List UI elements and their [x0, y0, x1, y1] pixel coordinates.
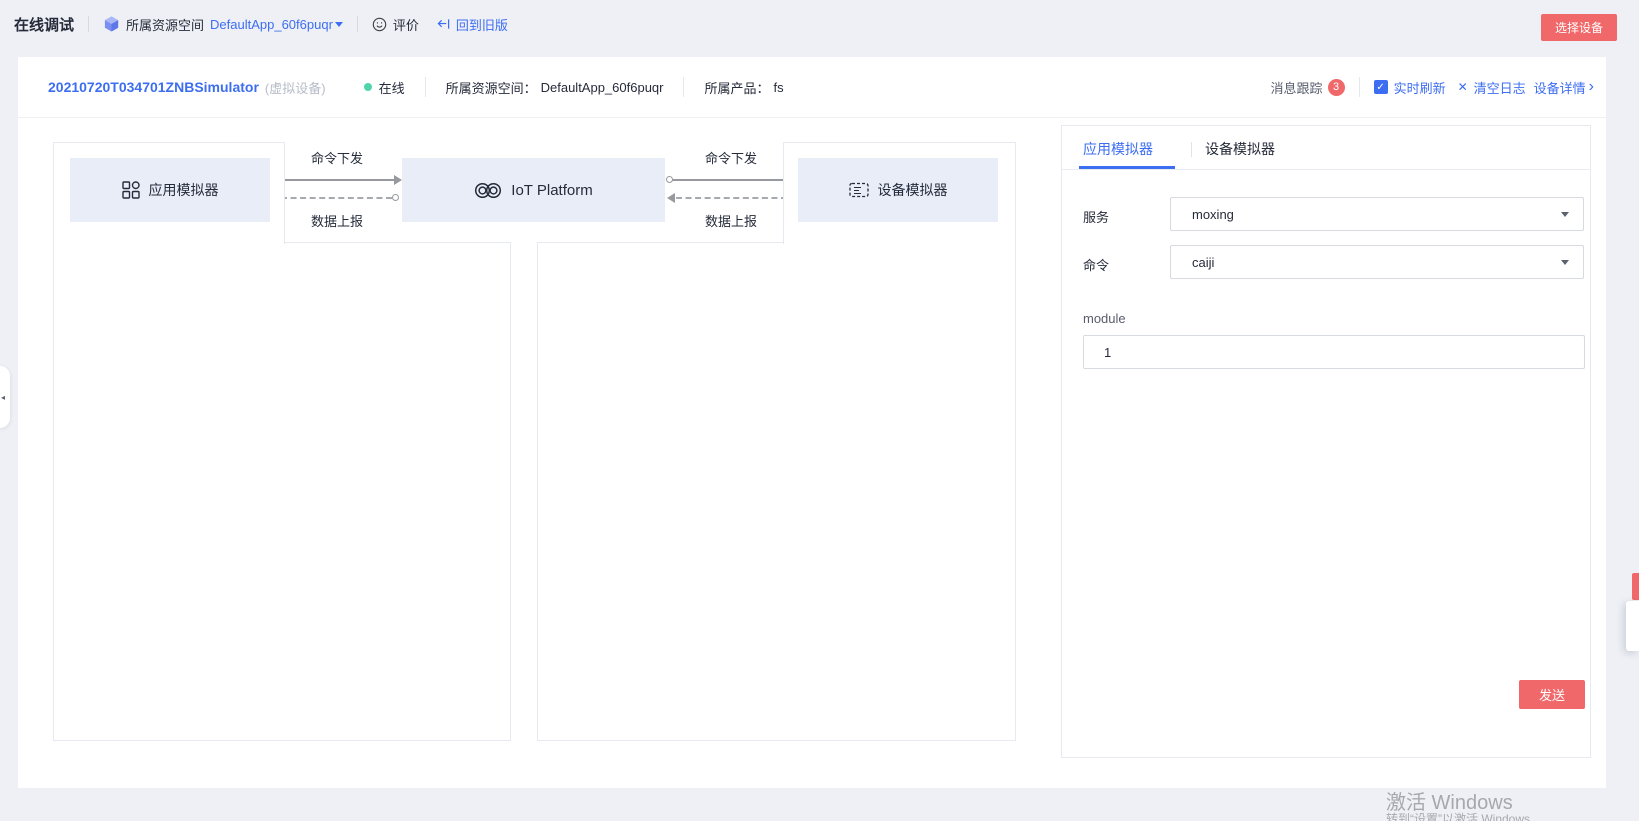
collapse-left-icon: ◂ [1, 393, 5, 402]
data-up-arrow [281, 197, 392, 199]
app-simulator-node: 应用模拟器 [70, 158, 270, 222]
tab-device-simulator[interactable]: 设备模拟器 [1205, 139, 1275, 159]
command-down-arrow [277, 179, 394, 181]
cube-icon [103, 15, 120, 33]
arrowhead-right-icon [394, 175, 402, 185]
arrow-origin-dot [392, 194, 399, 201]
device-chip-icon [849, 182, 869, 198]
command-down-arrow [672, 179, 790, 181]
online-status-label: 在线 [379, 78, 405, 97]
data-up-label: 数据上报 [287, 211, 387, 230]
app-node-label: 应用模拟器 [149, 180, 219, 200]
caret-down-icon [335, 22, 343, 27]
platform-node-label: IoT Platform [511, 182, 592, 199]
divider [88, 16, 89, 32]
device-simulator-node: 设备模拟器 [798, 158, 998, 222]
device-detail-link[interactable]: 设备详情 [1534, 78, 1586, 97]
online-status: 在线 [364, 78, 405, 97]
resource-space-value: DefaultApp_60f6puqr [541, 80, 664, 95]
param-module-label: module [1083, 311, 1126, 326]
resource-space-group: 所属资源空间 DefaultApp_60f6puqr [103, 15, 343, 34]
param-module-input[interactable] [1083, 335, 1585, 369]
service-select[interactable]: moxing [1170, 197, 1584, 231]
chevron-right-icon[interactable]: › [1589, 79, 1594, 95]
command-select[interactable]: caiji [1170, 245, 1584, 279]
service-value: moxing [1192, 207, 1234, 222]
app-message-card [53, 242, 511, 741]
online-dot-icon [364, 83, 372, 91]
tab-app-simulator[interactable]: 应用模拟器 [1083, 139, 1153, 159]
topbar: 在线调试 所属资源空间 DefaultApp_60f6puqr 评价 回到旧版 [0, 0, 1639, 48]
data-up-arrow [676, 197, 787, 199]
device-type-label: (虚拟设备) [265, 78, 326, 97]
divider [1359, 77, 1360, 97]
realtime-refresh-checkbox[interactable]: ✓ [1374, 80, 1388, 94]
tab-divider [1191, 142, 1192, 157]
product-value: fs [774, 80, 784, 95]
clear-log-link[interactable]: 清空日志 [1474, 78, 1526, 97]
feedback-edge-tab[interactable] [1632, 573, 1639, 600]
iot-platform-node: IoT Platform [402, 158, 665, 222]
command-label: 命令 [1083, 255, 1109, 274]
arrowhead-left-icon [667, 193, 675, 203]
feedback-edge-panel[interactable] [1626, 601, 1639, 651]
data-up-label: 数据上报 [681, 211, 781, 230]
device-name-link[interactable]: 20210720T034701ZNBSimulator [48, 79, 259, 95]
resource-space-label: 所属资源空间 [126, 15, 204, 34]
divider [683, 77, 684, 97]
caret-down-icon [1561, 260, 1569, 265]
online-debug-page: 在线调试 所属资源空间 DefaultApp_60f6puqr 评价 回到旧版 [0, 0, 1639, 821]
message-trace-badge: 3 [1328, 79, 1345, 96]
sidebar-collapse-handle[interactable]: ◂ [0, 366, 10, 428]
feedback-link[interactable]: 评价 [372, 15, 419, 34]
device-header: 20210720T034701ZNBSimulator (虚拟设备) 在线 所属… [18, 57, 1606, 118]
message-trace-link[interactable]: 消息跟踪 [1271, 78, 1323, 97]
feedback-label: 评价 [393, 15, 419, 34]
tabrow-border [1062, 169, 1590, 170]
product-label: 所属产品： [704, 78, 769, 97]
device-node-label: 设备模拟器 [878, 180, 948, 200]
back-to-old-label: 回到旧版 [456, 15, 508, 34]
resource-space-dropdown[interactable]: DefaultApp_60f6puqr [210, 17, 343, 32]
device-header-actions: 消息跟踪 3 ✓ 实时刷新 ✕ 清空日志 设备详情 › [1271, 77, 1594, 97]
resource-space-value: DefaultApp_60f6puqr [210, 17, 333, 32]
close-icon[interactable]: ✕ [1458, 80, 1468, 94]
command-value: caiji [1192, 255, 1214, 270]
return-arrow-icon [437, 18, 450, 30]
command-down-label: 命令下发 [681, 148, 781, 167]
select-device-button[interactable]: 选择设备 [1541, 14, 1617, 41]
app-grid-icon [122, 181, 140, 199]
divider [357, 16, 358, 32]
page-title: 在线调试 [14, 14, 74, 35]
smiley-icon [372, 17, 387, 32]
device-message-card [537, 242, 1016, 741]
command-down-label: 命令下发 [287, 148, 387, 167]
service-label: 服务 [1083, 207, 1109, 226]
caret-down-icon [1561, 212, 1569, 217]
divider [425, 77, 426, 97]
send-button[interactable]: 发送 [1519, 680, 1585, 709]
resource-space-label: 所属资源空间： [446, 78, 537, 97]
simulator-panel: 应用模拟器 设备模拟器 服务 moxing 命令 caiji module 发送 [1061, 125, 1591, 758]
windows-activate-watermark-sub: 转到“设置”以激活 Windows [1386, 810, 1530, 821]
iot-platform-logo-icon [474, 182, 502, 199]
back-to-old-link[interactable]: 回到旧版 [437, 15, 508, 34]
realtime-refresh-label[interactable]: 实时刷新 [1394, 78, 1446, 97]
